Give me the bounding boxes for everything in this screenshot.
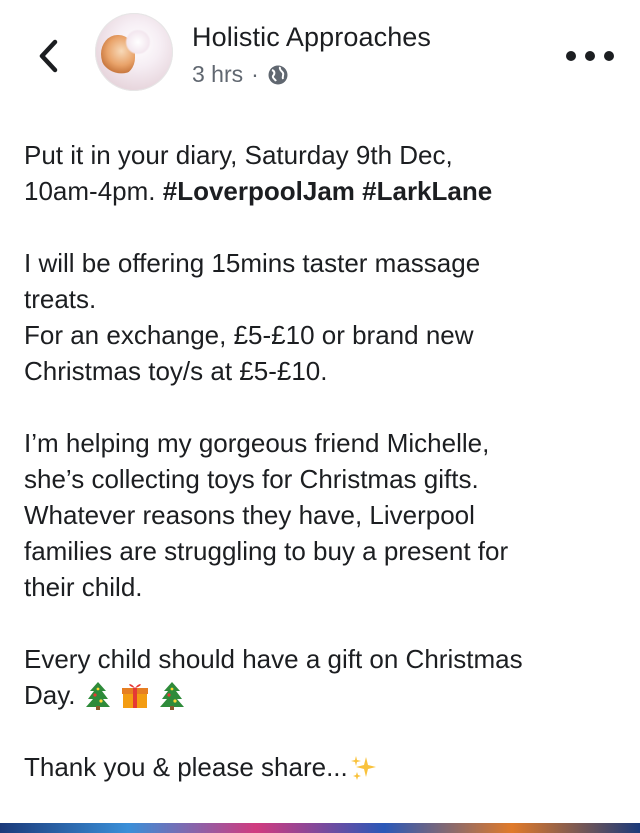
post-text: Thank you & please share... [24, 752, 348, 782]
post-line: she’s collecting toys for Christmas gift… [24, 464, 479, 494]
globe-icon [268, 65, 288, 84]
hashtag-link[interactable]: #LoverpoolJam [163, 176, 355, 206]
next-post-image-edge [0, 823, 640, 833]
post-meta: 3 hrs · [192, 61, 289, 88]
post-body: Put it in your diary, Saturday 9th Dec, … [24, 137, 624, 785]
hashtag-link[interactable]: #LarkLane [362, 176, 492, 206]
post-line: families are struggling to buy a present… [24, 536, 509, 566]
post-line: Put it in your diary, Saturday 9th Dec, [24, 140, 453, 170]
gift-icon [122, 684, 148, 708]
more-dot [566, 51, 576, 61]
page-avatar[interactable] [95, 13, 173, 91]
more-options-button[interactable] [566, 44, 614, 68]
post-text: 10am-4pm. [24, 176, 163, 206]
more-dot [585, 51, 595, 61]
post-line: their child. [24, 572, 143, 602]
post-line: Whatever reasons they have, Liverpool [24, 500, 475, 530]
post-line: 10am-4pm. #LoverpoolJam #LarkLane [24, 173, 624, 209]
page-name-link[interactable]: Holistic Approaches [192, 22, 431, 53]
more-dot [604, 51, 614, 61]
christmas-tree-icon [160, 682, 185, 710]
meta-separator: · [251, 61, 259, 87]
chevron-left-icon [39, 39, 58, 73]
post-time[interactable]: 3 hrs [192, 61, 243, 88]
post-text: Day. [24, 680, 76, 710]
back-button[interactable] [30, 36, 66, 76]
post-line: For an exchange, £5-£10 or brand new [24, 320, 474, 350]
christmas-tree-icon [85, 682, 110, 710]
post-line: Thank you & please share... [24, 749, 624, 785]
post-header: Holistic Approaches 3 hrs · [0, 0, 640, 110]
post-line: treats. [24, 284, 97, 314]
post-line: I’m helping my gorgeous friend Michelle, [24, 428, 490, 458]
post-line: Day. [24, 677, 624, 713]
sparkles-icon [350, 756, 376, 780]
post-line: Every child should have a gift on Christ… [24, 644, 523, 674]
post-line: Christmas toy/s at £5-£10. [24, 356, 328, 386]
post-line: I will be offering 15mins taster massage [24, 248, 481, 278]
avatar-logo-glow [125, 29, 151, 55]
